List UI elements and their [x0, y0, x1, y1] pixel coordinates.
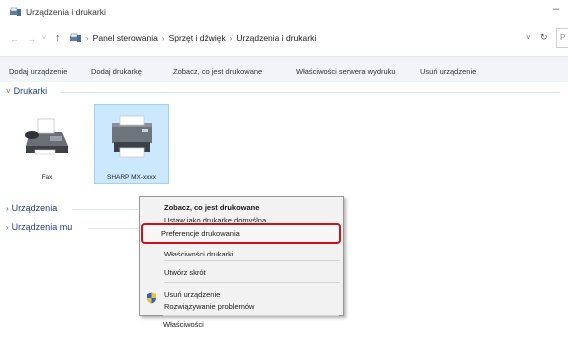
search-input[interactable]: P — [556, 28, 568, 48]
section-divider — [72, 209, 138, 210]
menu-item-printer-properties[interactable]: Właściwości drukarki — [164, 250, 234, 256]
add-device-button[interactable]: Dodaj urządzenie — [9, 67, 67, 76]
menu-item-label: Preferencje drukowania — [161, 229, 240, 238]
menu-item-properties[interactable]: Właściwości — [163, 320, 204, 329]
chevron-right-icon: › — [6, 203, 9, 213]
add-printer-button[interactable]: Dodaj drukarkę — [91, 67, 142, 76]
breadcrumb-separator: › — [161, 33, 165, 43]
section-devices-header[interactable]: › Urządzenia — [6, 203, 57, 213]
breadcrumb-separator: › — [229, 33, 233, 43]
chevron-right-icon: › — [6, 222, 9, 232]
device-name: SHARP MX-xxxx — [107, 174, 156, 181]
chevron-down-icon: ˅ — [6, 86, 11, 96]
title-bar: Urządzenia i drukarki – — [0, 0, 568, 24]
print-server-properties-button[interactable]: Właściwości serwera wydruku — [296, 67, 396, 76]
menu-item-set-default-printer[interactable]: Ustaw jako drukarkę domyślną — [164, 216, 266, 222]
breadcrumb-hardware-sound[interactable]: Sprzęt i dźwięk — [169, 33, 226, 43]
search-label: P — [560, 33, 566, 42]
section-printers-header[interactable]: ˅ Drukarki — [6, 86, 47, 96]
menu-separator — [164, 282, 340, 283]
section-divider — [88, 228, 138, 229]
command-bar: Dodaj urządzenie Dodaj drukarkę Zobacz, … — [0, 56, 568, 82]
section-multimedia-label: Urządzenia mu — [11, 222, 73, 232]
remove-device-button[interactable]: Usuń urządzenie — [420, 67, 476, 76]
window-title: Urządzenia i drukarki — [26, 7, 106, 17]
control-panel-icon — [70, 33, 81, 42]
forward-button[interactable]: → — [27, 34, 36, 44]
menu-item-troubleshoot[interactable]: Rozwiązywanie problemów — [164, 302, 254, 311]
context-menu: Zobacz, co jest drukowane Ustaw jako dru… — [139, 196, 344, 316]
up-button[interactable]: ↑ — [55, 32, 61, 44]
section-divider — [60, 92, 560, 93]
section-printers-label: Drukarki — [13, 86, 48, 96]
section-devices-label: Urządzenia — [11, 203, 58, 213]
recent-locations-button[interactable]: ˅ — [42, 35, 46, 42]
devices-and-printers-icon — [10, 7, 21, 16]
menu-separator — [164, 260, 340, 261]
printer-device-selected[interactable]: SHARP MX-xxxx — [94, 104, 169, 184]
menu-item-printing-preferences[interactable]: Preferencje drukowania — [141, 223, 341, 244]
section-multimedia-header[interactable]: › Urządzenia mu — [6, 222, 72, 232]
printer-icon — [112, 115, 152, 158]
breadcrumb-separator: › — [86, 33, 89, 43]
minimize-button[interactable]: – — [553, 3, 559, 15]
device-name: Fax — [41, 174, 53, 181]
shield-icon — [147, 292, 156, 304]
breadcrumb-devices-printers[interactable]: Urządzenia i drukarki — [236, 33, 316, 43]
address-dropdown-button[interactable]: ˅ — [526, 33, 531, 42]
menu-item-see-whats-printing[interactable]: Zobacz, co jest drukowane — [164, 203, 259, 212]
back-button[interactable]: ← — [10, 34, 19, 44]
fax-icon — [25, 118, 68, 155]
breadcrumb-control-panel[interactable]: Panel sterowania — [93, 33, 158, 43]
menu-separator — [163, 315, 339, 316]
breadcrumb: › Panel sterowania › Sprzęt i dźwięk › U… — [69, 33, 316, 43]
menu-item-create-shortcut[interactable]: Utwórz skrót — [164, 268, 206, 277]
menu-item-remove-device[interactable]: Usuń urządzenie — [164, 290, 220, 299]
address-bar: ← → ˅ ↑ › Panel sterowania › Sprzęt i dź… — [0, 24, 568, 54]
see-whats-printing-button[interactable]: Zobacz, co jest drukowane — [173, 67, 262, 76]
fax-device[interactable]: Fax — [20, 104, 74, 184]
refresh-button[interactable]: ↻ — [540, 32, 548, 43]
